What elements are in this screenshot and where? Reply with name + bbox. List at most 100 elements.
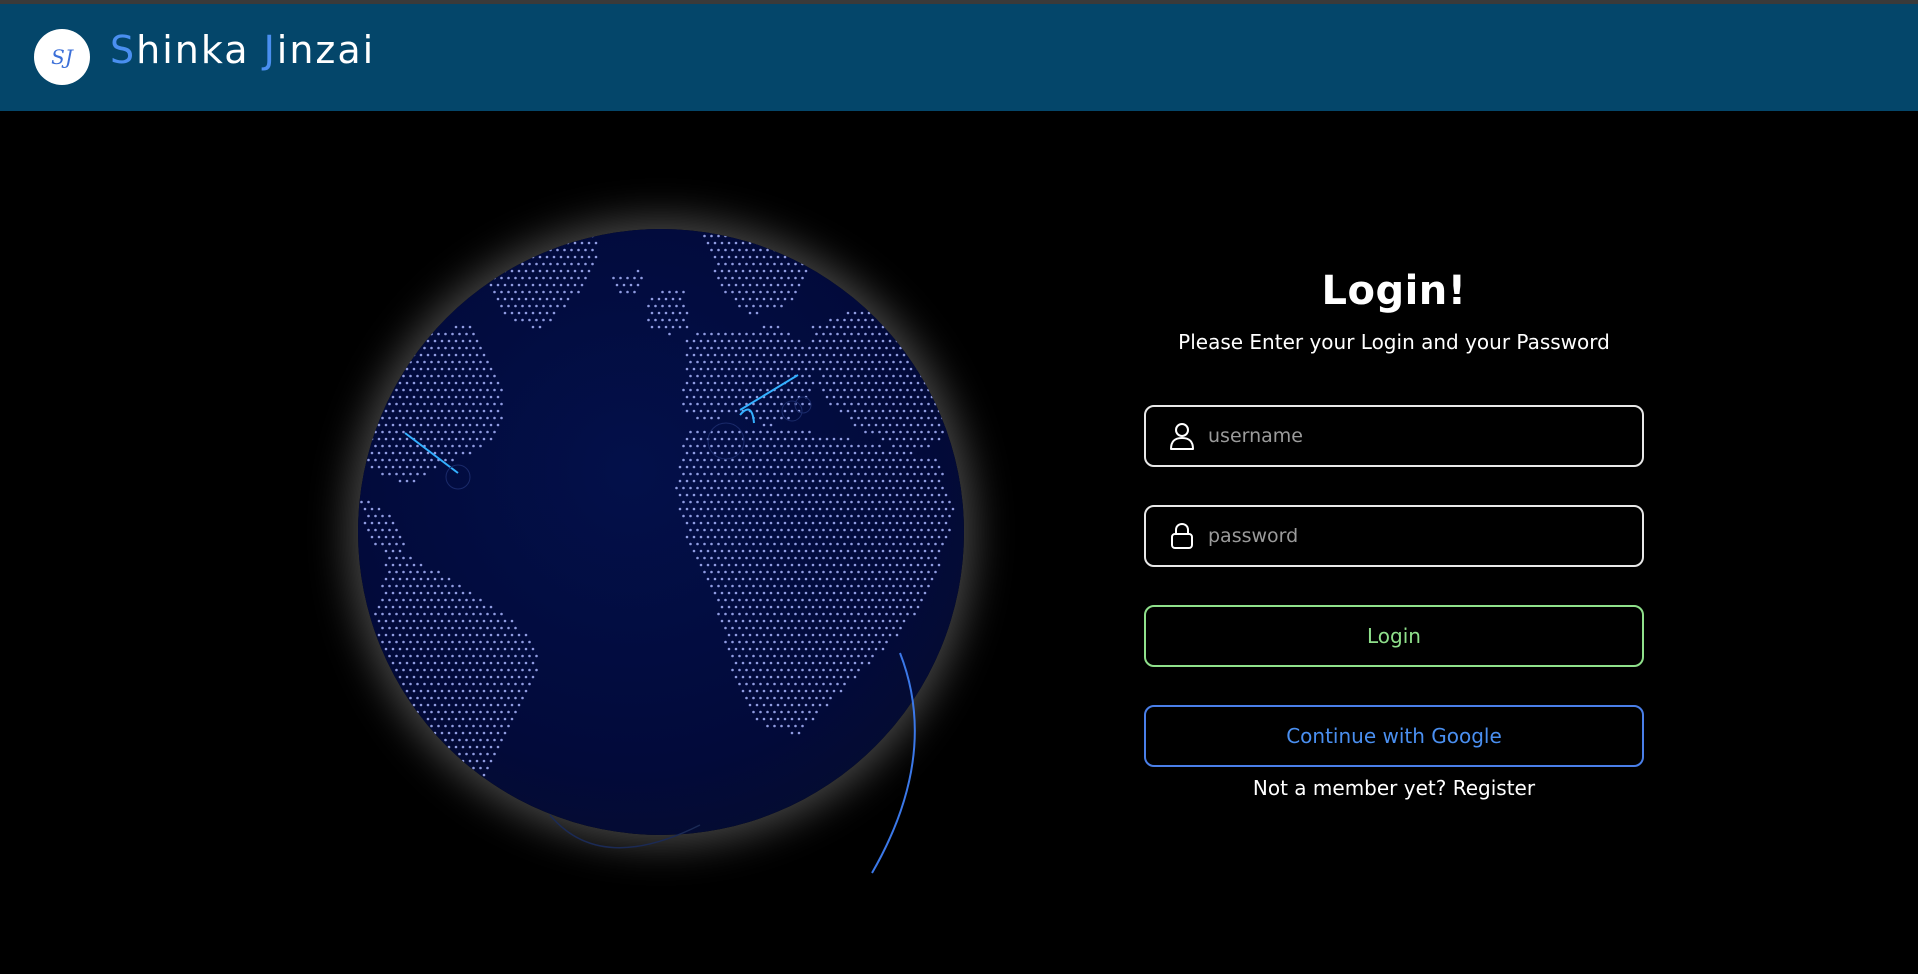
land-dot [937, 395, 941, 399]
land-dot [528, 318, 531, 322]
land-dot [416, 626, 419, 630]
land-dot [489, 409, 493, 413]
land-dot [423, 724, 426, 728]
land-dot [913, 556, 916, 560]
land-dot [745, 262, 748, 266]
land-dot [934, 430, 937, 434]
land-dot [759, 304, 762, 308]
land-dot [762, 647, 766, 651]
land-dot [409, 668, 412, 672]
land-dot [524, 647, 528, 651]
brand-text-inzai: inzai [276, 28, 376, 72]
land-dot [531, 255, 535, 259]
login-button[interactable]: Login [1144, 605, 1644, 667]
land-dot [468, 787, 472, 791]
land-dot [468, 367, 472, 371]
land-dot [860, 423, 864, 427]
password-input[interactable] [1208, 507, 1642, 565]
land-dot [503, 675, 507, 679]
land-dot [486, 416, 489, 420]
land-dot [808, 486, 811, 490]
land-dot [846, 591, 850, 595]
land-dot [636, 283, 640, 287]
land-dot [766, 444, 769, 448]
land-dot [535, 248, 538, 252]
land-dot [895, 535, 899, 539]
land-dot [790, 507, 794, 511]
land-dot [930, 367, 934, 371]
land-dot [909, 395, 913, 399]
land-dot [825, 703, 829, 707]
land-dot [769, 353, 773, 357]
land-dot [829, 318, 832, 322]
land-dot [440, 731, 444, 735]
land-dot [941, 430, 944, 434]
land-dot [720, 283, 724, 287]
land-dot [920, 318, 923, 322]
land-dot [794, 598, 797, 602]
land-dot [517, 297, 521, 301]
land-dot [440, 339, 444, 343]
land-dot [944, 423, 948, 427]
land-dot [360, 430, 363, 434]
land-dot [367, 444, 370, 448]
land-dot [717, 276, 720, 280]
land-dot [468, 689, 472, 693]
land-dot [563, 248, 566, 252]
land-dot [818, 661, 822, 665]
land-dot [507, 640, 510, 644]
username-field[interactable] [1144, 405, 1644, 467]
land-dot [825, 577, 829, 581]
land-dot [451, 766, 454, 770]
land-dot [671, 311, 675, 315]
land-dot [874, 577, 878, 581]
land-dot [486, 724, 489, 728]
land-dot [433, 577, 437, 581]
land-dot [358, 381, 360, 385]
land-dot [944, 493, 948, 497]
land-dot [423, 780, 426, 784]
land-dot [843, 500, 846, 504]
land-dot [815, 528, 818, 532]
username-input[interactable] [1208, 407, 1642, 465]
land-dot [787, 472, 790, 476]
brand-logo[interactable]: SJ [34, 29, 90, 85]
land-dot [395, 654, 398, 658]
land-dot [388, 570, 391, 574]
land-dot [766, 472, 769, 476]
land-dot [710, 514, 713, 518]
land-dot [874, 647, 878, 651]
land-dot [902, 367, 906, 371]
password-field[interactable] [1144, 505, 1644, 567]
google-login-button[interactable]: Continue with Google [1144, 705, 1644, 767]
land-dot [913, 402, 916, 406]
land-dot [822, 612, 825, 616]
land-dot [853, 423, 857, 427]
land-dot [734, 675, 738, 679]
land-dot [384, 535, 388, 539]
land-dot [430, 458, 433, 462]
land-dot [871, 486, 874, 490]
land-dot [836, 668, 839, 672]
land-dot [776, 437, 780, 441]
land-dot [465, 598, 468, 602]
land-dot [444, 444, 447, 448]
land-dot [734, 451, 738, 455]
land-dot [398, 703, 402, 707]
land-dot [405, 563, 409, 567]
land-dot [808, 542, 811, 546]
land-dot [780, 360, 783, 364]
land-dot [843, 654, 846, 658]
land-dot [720, 591, 724, 595]
land-dot [885, 514, 888, 518]
land-dot [801, 500, 804, 504]
land-dot [741, 395, 745, 399]
land-dot [892, 584, 895, 588]
land-dot [503, 689, 507, 693]
register-link[interactable]: Register [1453, 776, 1535, 800]
land-dot [430, 584, 433, 588]
land-dot [717, 374, 720, 378]
land-dot [832, 437, 836, 441]
land-dot [766, 332, 769, 336]
land-dot [871, 374, 874, 378]
